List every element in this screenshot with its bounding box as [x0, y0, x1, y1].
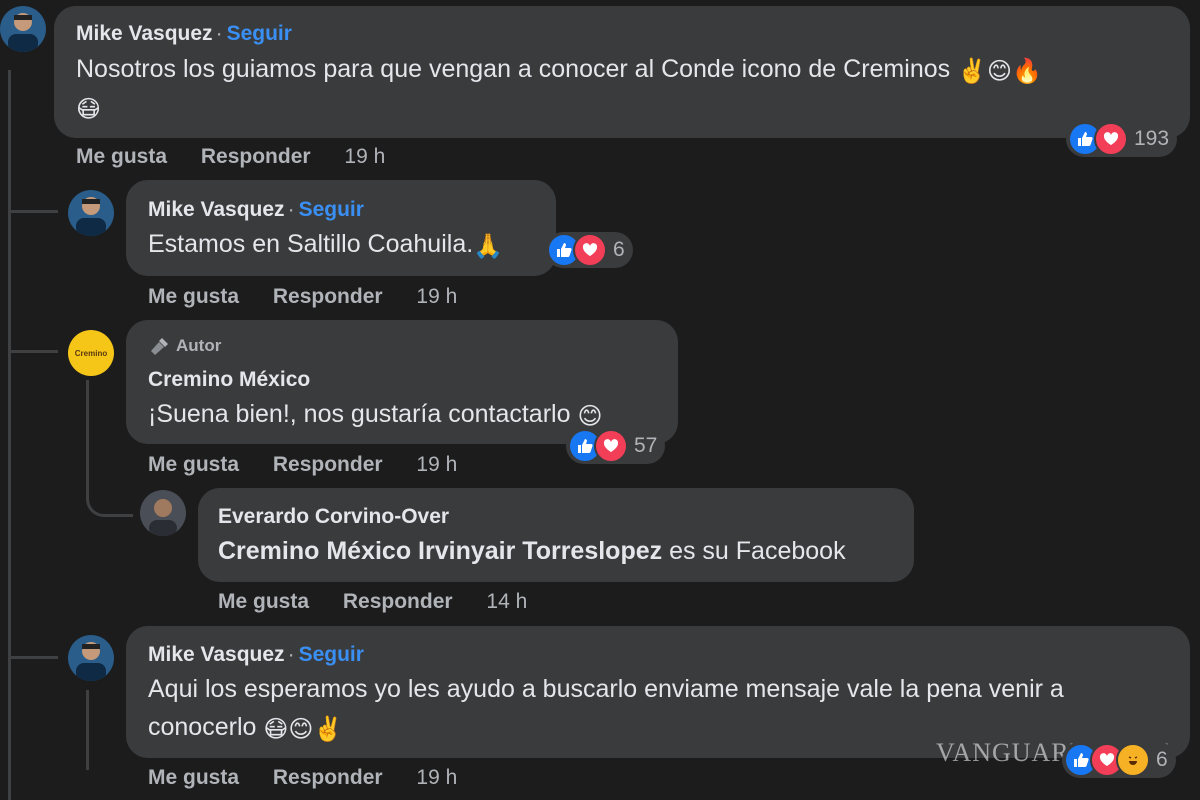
mention-link[interactable]: Cremino México Irvinyair Torreslopez	[218, 537, 662, 565]
like-button[interactable]: Me gusta	[148, 453, 239, 477]
comment-actions: Me gusta Responder 19 h	[148, 766, 457, 790]
comment-author: Everardo Corvino-Over	[218, 505, 449, 529]
separator-dot: ·	[215, 22, 223, 45]
author-badge: Autor	[148, 336, 221, 356]
follow-link[interactable]: Seguir	[299, 643, 364, 666]
comment-text-line2: conocerlo 😷😊✌️	[148, 708, 343, 749]
comment-actions: Me gusta Responder 19 h	[76, 145, 385, 169]
reaction-count: 193	[1134, 127, 1170, 150]
timestamp[interactable]: 19 h	[416, 285, 457, 309]
reply-button[interactable]: Responder	[273, 453, 383, 477]
comment-text: Cremino México Irvinyair Torreslopez es …	[218, 532, 846, 570]
reply-button[interactable]: Responder	[201, 145, 311, 169]
timestamp[interactable]: 19 h	[344, 145, 385, 169]
thread-connector	[8, 656, 58, 659]
timestamp[interactable]: 19 h	[416, 766, 457, 790]
mask-emoji: 😷	[76, 96, 102, 123]
comment-actions: Me gusta Responder 14 h	[218, 590, 527, 614]
comment-text-line2: 😷	[76, 88, 101, 129]
fire-emoji: 🔥	[1012, 58, 1042, 85]
comment-text-content: Estamos en Saltillo Coahuila.	[148, 230, 474, 258]
like-button[interactable]: Me gusta	[218, 590, 309, 614]
reaction-summary[interactable]: 57	[566, 428, 666, 464]
comment-text-content: Nosotros los guiamos para que vengan a c…	[76, 55, 951, 83]
love-icon	[594, 429, 628, 463]
reaction-count: 57	[634, 434, 658, 457]
comment-actions: Me gusta Responder 19 h	[148, 453, 457, 477]
like-button[interactable]: Me gusta	[76, 145, 167, 169]
avatar[interactable]	[68, 190, 114, 236]
comment-author: Mike Vasquez · Seguir	[148, 198, 364, 222]
like-button[interactable]: Me gusta	[148, 285, 239, 309]
comment-author: Mike Vasquez · Seguir	[148, 643, 364, 667]
author-name[interactable]: Mike Vasquez	[148, 643, 285, 666]
author-name[interactable]: Cremino México	[148, 368, 310, 391]
avatar[interactable]	[68, 635, 114, 681]
reaction-summary[interactable]: 6	[1062, 742, 1176, 778]
thread-line-main	[8, 70, 11, 800]
love-icon	[573, 233, 607, 267]
reply-button[interactable]: Responder	[273, 285, 383, 309]
timestamp[interactable]: 19 h	[416, 453, 457, 477]
comment-author: Mike Vasquez · Seguir	[76, 22, 292, 46]
reaction-count: 6	[1156, 748, 1168, 771]
love-icon	[1094, 122, 1128, 156]
avatar[interactable]	[140, 490, 186, 536]
thread-line-sub	[86, 690, 89, 770]
reply-button[interactable]: Responder	[343, 590, 453, 614]
follow-link[interactable]: Seguir	[227, 22, 292, 45]
comment-text-content: conocerlo	[148, 713, 257, 741]
comment-text: Nosotros los guiamos para que vengan a c…	[76, 50, 1042, 91]
comment-text: Estamos en Saltillo Coahuila.🙏	[148, 225, 503, 266]
page-avatar[interactable]: Cremino	[68, 330, 114, 376]
separator-dot: ·	[287, 643, 295, 666]
comment-text-content: Aqui los esperamos yo les ayudo a buscar…	[148, 675, 1064, 703]
comment-text: Aqui los esperamos yo les ayudo a buscar…	[148, 670, 1064, 708]
victory-hand-emoji: ✌️	[957, 58, 987, 85]
like-button[interactable]: Me gusta	[148, 766, 239, 790]
reaction-summary[interactable]: 193	[1066, 121, 1178, 157]
comment-actions: Me gusta Responder 19 h	[148, 285, 457, 309]
comment-text: ¡Suena bien!, nos gustaría contactarlo 😊	[148, 395, 602, 436]
folded-hands-emoji: 🙏	[473, 233, 504, 260]
reply-button[interactable]: Responder	[273, 766, 383, 790]
reaction-count: 6	[613, 238, 625, 261]
avatar-logo-text: Cremino	[74, 348, 108, 358]
author-name[interactable]: Mike Vasquez	[76, 22, 213, 45]
thread-connector	[8, 210, 58, 213]
mask-emoji: 😷	[263, 716, 289, 743]
smiling-emoji: 😊	[986, 58, 1012, 85]
comment-text-content: ¡Suena bien!, nos gustaría contactarlo	[148, 400, 571, 428]
reaction-summary[interactable]: 6	[545, 232, 633, 268]
smiling-emoji: 😊	[288, 716, 314, 743]
author-name[interactable]: Mike Vasquez	[148, 198, 285, 221]
timestamp[interactable]: 14 h	[486, 590, 527, 614]
separator-dot: ·	[287, 198, 295, 221]
avatar[interactable]	[0, 6, 46, 52]
thread-connector	[8, 350, 58, 353]
victory-hand-emoji: ✌️	[313, 716, 344, 743]
comment-text-content: es su Facebook	[669, 537, 846, 565]
haha-icon	[1116, 743, 1150, 777]
author-badge-label: Autor	[176, 336, 222, 355]
follow-link[interactable]: Seguir	[299, 198, 364, 221]
author-name[interactable]: Everardo Corvino-Over	[218, 505, 449, 528]
microphone-icon	[151, 338, 168, 355]
comment-author: Cremino México	[148, 368, 310, 392]
